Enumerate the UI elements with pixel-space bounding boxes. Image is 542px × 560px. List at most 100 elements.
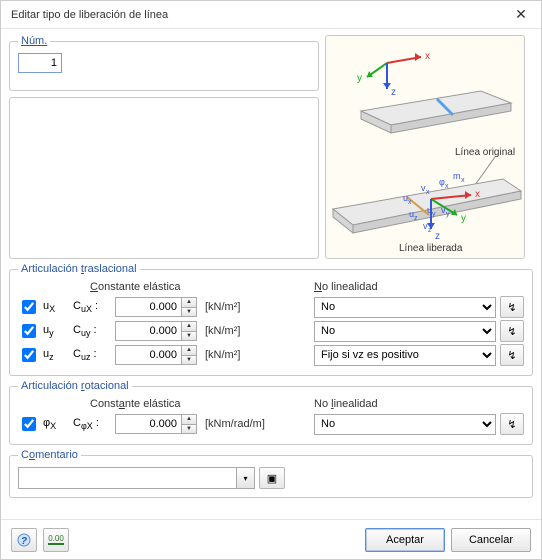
clabel-ux: CuX : xyxy=(73,300,111,314)
svg-text:m: m xyxy=(453,171,461,181)
number-input[interactable] xyxy=(18,53,62,73)
diagram-label-released: Línea liberada xyxy=(399,243,463,254)
check-uy[interactable] xyxy=(22,324,36,338)
close-button[interactable]: ✕ xyxy=(501,1,541,29)
svg-text:x: x xyxy=(475,189,480,200)
spin-phix[interactable]: ▲▼ xyxy=(115,414,197,434)
nl-select-phix[interactable]: No xyxy=(314,414,496,435)
svg-text:x: x xyxy=(425,51,430,62)
input-cuz[interactable] xyxy=(115,345,181,365)
row-uz: uz Cuz : ▲▼ [kN/m²] xyxy=(18,343,304,367)
svg-text:z: z xyxy=(391,87,396,98)
nl-select-uy[interactable]: No xyxy=(314,321,496,342)
spin-down-icon[interactable]: ▼ xyxy=(182,332,196,341)
diagram-panel: x y z L xyxy=(325,35,525,259)
spin-up-icon[interactable]: ▲ xyxy=(182,346,196,356)
rotational-group: Articulación rotacional Constante elásti… xyxy=(9,380,533,445)
diagram-label-original: Línea original xyxy=(455,147,515,158)
comment-combo[interactable]: ▾ xyxy=(18,467,255,489)
comment-legend: Comentario xyxy=(18,449,81,461)
nl-edit-uy[interactable]: ↯ xyxy=(500,320,524,342)
rotational-legend: Articulación rotacional xyxy=(18,380,132,392)
pick-icon: ▣ xyxy=(267,472,277,485)
comment-group: Comentario ▾ ▣ xyxy=(9,449,533,498)
ok-button[interactable]: Aceptar xyxy=(365,528,445,552)
check-uz[interactable] xyxy=(22,348,36,362)
units-button[interactable]: 0.00 xyxy=(43,528,69,552)
label-uz: uz xyxy=(43,348,69,362)
graph-icon: ↯ xyxy=(507,418,516,431)
clabel-uz: Cuz : xyxy=(73,348,111,362)
translational-legend: Articulación traslacional xyxy=(18,263,140,275)
nl-edit-phix[interactable]: ↯ xyxy=(500,413,524,435)
footer: ? 0.00 Aceptar Cancelar xyxy=(1,519,541,559)
svg-text:z: z xyxy=(414,215,418,222)
nl-header-rot: No linealidad xyxy=(314,398,524,412)
nl-select-ux[interactable]: No xyxy=(314,297,496,318)
svg-text:z: z xyxy=(428,227,432,234)
row-phix: φX CφX : ▲▼ [kNm/rad/m] xyxy=(18,412,304,436)
svg-text:x: x xyxy=(426,189,430,196)
number-group: Núm. xyxy=(9,35,319,91)
number-legend: Núm. xyxy=(18,35,50,47)
clabel-phix: CφX : xyxy=(73,417,111,431)
svg-text:y: y xyxy=(357,73,362,84)
content-area: Núm. x y z xyxy=(1,29,541,519)
svg-text:y: y xyxy=(446,211,450,218)
description-panel xyxy=(9,97,319,259)
graph-icon: ↯ xyxy=(507,325,516,338)
help-icon: ? xyxy=(16,532,32,548)
comment-input[interactable] xyxy=(19,468,236,488)
spin-down-icon[interactable]: ▼ xyxy=(182,308,196,317)
top-left-column: Núm. xyxy=(9,35,319,259)
cancel-button[interactable]: Cancelar xyxy=(451,528,531,552)
row-ux: uX CuX : ▲▼ [kN/m²] xyxy=(18,295,304,319)
help-button[interactable]: ? xyxy=(11,528,37,552)
svg-text:z: z xyxy=(435,231,440,242)
nl-edit-ux[interactable]: ↯ xyxy=(500,296,524,318)
spin-down-icon[interactable]: ▼ xyxy=(182,356,196,365)
comment-pick-button[interactable]: ▣ xyxy=(259,467,285,489)
graph-icon: ↯ xyxy=(507,349,516,362)
spin-uy[interactable]: ▲▼ xyxy=(115,321,197,341)
graph-icon: ↯ xyxy=(507,301,516,314)
const-header-trans: Constante elástica xyxy=(18,281,304,295)
label-ux: uX xyxy=(43,300,69,314)
label-phix: φX xyxy=(43,417,69,431)
label-uy: uy xyxy=(43,324,69,338)
spin-uz[interactable]: ▲▼ xyxy=(115,345,197,365)
unit-uz: [kN/m²] xyxy=(201,349,273,361)
input-cphix[interactable] xyxy=(115,414,181,434)
close-icon: ✕ xyxy=(515,6,527,23)
clabel-uy: Cuy : xyxy=(73,324,111,338)
check-ux[interactable] xyxy=(22,300,36,314)
check-phix[interactable] xyxy=(22,417,36,431)
spin-down-icon[interactable]: ▼ xyxy=(182,425,196,434)
svg-text:y: y xyxy=(461,213,466,224)
release-diagram-svg: x y z L xyxy=(327,37,523,257)
const-header-rot: Constante elástica xyxy=(18,398,304,412)
spin-up-icon[interactable]: ▲ xyxy=(182,298,196,308)
input-cux[interactable] xyxy=(115,297,181,317)
input-cuy[interactable] xyxy=(115,321,181,341)
titlebar: Editar tipo de liberación de línea ✕ xyxy=(1,1,541,29)
svg-text:y: y xyxy=(432,211,436,218)
svg-text:?: ? xyxy=(21,536,27,547)
spin-ux[interactable]: ▲▼ xyxy=(115,297,197,317)
unit-uy: [kN/m²] xyxy=(201,325,273,337)
nl-header-trans: No linealidad xyxy=(314,281,524,295)
translational-group: Articulación traslacional Constante elás… xyxy=(9,263,533,376)
units-icon: 0.00 xyxy=(48,535,64,545)
svg-text:x: x xyxy=(445,183,449,190)
row-uy: uy Cuy : ▲▼ [kN/m²] xyxy=(18,319,304,343)
svg-text:x: x xyxy=(461,177,465,184)
unit-ux: [kN/m²] xyxy=(201,301,273,313)
svg-text:x: x xyxy=(408,199,412,206)
spin-up-icon[interactable]: ▲ xyxy=(182,322,196,332)
nl-select-uz[interactable]: Fijo si vz es positivo xyxy=(314,345,496,366)
nl-edit-uz[interactable]: ↯ xyxy=(500,344,524,366)
dialog-window: Editar tipo de liberación de línea ✕ Núm… xyxy=(0,0,542,560)
spin-up-icon[interactable]: ▲ xyxy=(182,415,196,425)
unit-phix: [kNm/rad/m] xyxy=(201,418,273,430)
chevron-down-icon[interactable]: ▾ xyxy=(236,468,254,488)
